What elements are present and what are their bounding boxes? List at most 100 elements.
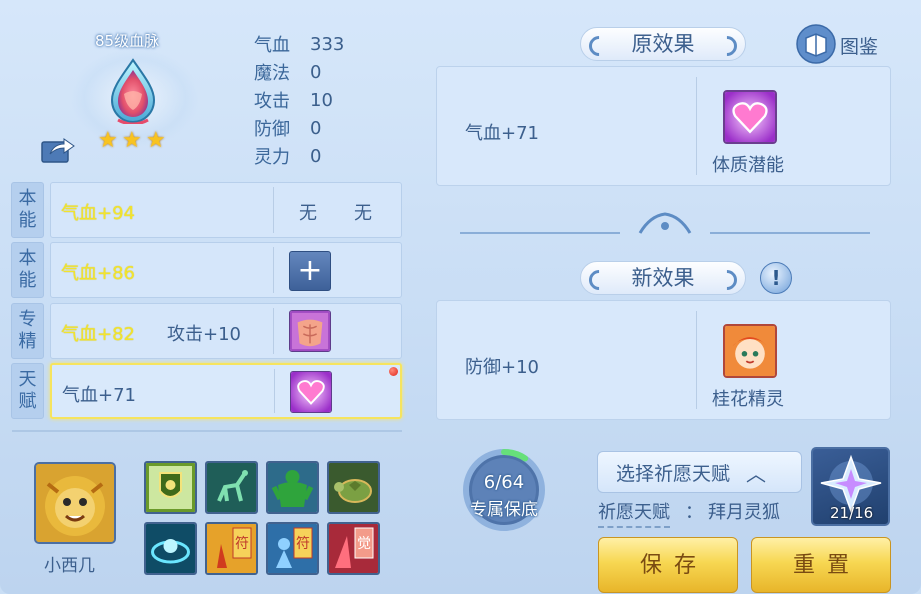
wish-talent-value: 拜月灵狐 <box>708 502 780 523</box>
row-main-effect: 气血+82 <box>61 324 135 345</box>
skill-slot[interactable] <box>327 461 380 514</box>
osmanthus-spirit-icon[interactable] <box>723 324 777 378</box>
blood-vein-drop-icon[interactable] <box>108 58 158 124</box>
save-button[interactable]: 保存 <box>598 537 738 593</box>
info-icon[interactable]: ! <box>760 262 792 294</box>
row-tag-char: 专 <box>18 309 37 330</box>
stat-row-spirit: 灵力 0 <box>254 142 344 170</box>
green-deer-icon <box>207 463 256 512</box>
star-icon: ★ <box>146 128 166 153</box>
row-divider <box>273 247 274 293</box>
row-tag-instinct: 本 能 <box>11 182 44 238</box>
red-awaken-icon: 觉 <box>329 524 378 573</box>
talent-row-specialty[interactable]: 气血+82 攻击+10 <box>50 303 402 359</box>
row-divider <box>273 308 274 354</box>
blood-vein-title: 85级血脉 <box>95 32 160 50</box>
heart-icon[interactable] <box>290 371 332 413</box>
reset-button[interactable]: 重置 <box>751 537 891 593</box>
stat-label: 灵力 <box>254 147 290 168</box>
row-tag-char: 本 <box>18 248 37 269</box>
stat-row-attack: 攻击 10 <box>254 86 344 114</box>
stat-value: 0 <box>310 117 322 139</box>
original-effect-card: 气血+71 体质潜能 <box>436 66 891 186</box>
divider-ornament <box>460 212 870 234</box>
new-indicator-dot <box>389 367 398 376</box>
row-divider <box>274 369 275 413</box>
row-tag-char: 能 <box>18 270 37 291</box>
stat-row-mp: 魔法 0 <box>254 58 344 86</box>
talent-row-instinct-1[interactable]: 气血+94 无 无 <box>50 182 402 238</box>
row-main-effect: 气血+71 <box>62 385 136 406</box>
wish-talent-label[interactable]: 祈愿天赋 <box>598 498 670 528</box>
stat-value: 0 <box>310 61 322 83</box>
stat-row-defense: 防御 0 <box>254 114 344 142</box>
row-extra-effect: 攻击+10 <box>167 324 241 345</box>
row-divider <box>273 187 274 233</box>
wish-talent-colon: ： <box>685 502 703 523</box>
row-main-effect: 气血+86 <box>61 263 135 284</box>
blue-talisman-icon: 符 <box>268 524 317 573</box>
stat-label: 防御 <box>254 119 290 140</box>
skill-slot[interactable] <box>144 522 197 575</box>
row-main-effect: 气血+94 <box>61 203 135 224</box>
left-separator <box>12 430 402 432</box>
svg-text:符: 符 <box>235 536 249 552</box>
lion-pet-icon <box>36 464 114 542</box>
original-effect-title: 原效果 <box>580 27 746 61</box>
stat-label: 攻击 <box>254 91 290 112</box>
guarantee-count: 6/64 <box>483 472 525 493</box>
fire-talisman-icon: 符 <box>207 524 256 573</box>
heart-icon[interactable] <box>723 90 777 144</box>
svg-text:符: 符 <box>296 536 310 552</box>
turtle-icon <box>329 463 378 512</box>
talent-row-instinct-2[interactable]: 气血+86 + <box>50 242 402 298</box>
row-tag-talent: 天 赋 <box>11 363 44 419</box>
skill-slot[interactable]: 符 <box>266 522 319 575</box>
star-icon: ★ <box>98 128 118 153</box>
star-rating: ★ ★ ★ <box>98 130 168 152</box>
row-none-label: 无 <box>299 203 317 224</box>
talent-panel: 85级血脉 ★ ★ ★ 气血 333 魔法 0 攻击 10 防御 0 灵力 0 … <box>0 0 921 594</box>
add-talent-button[interactable]: + <box>289 251 331 291</box>
skill-slot[interactable] <box>205 461 258 514</box>
skill-slot[interactable] <box>266 461 319 514</box>
shield-emblem-icon <box>146 463 195 512</box>
star-icon: ★ <box>122 128 142 153</box>
muscle-body-icon[interactable] <box>289 310 331 352</box>
row-tag-specialty: 专 精 <box>11 303 44 359</box>
stat-row-hp: 气血 333 <box>254 30 344 58</box>
card-divider <box>696 311 697 409</box>
stat-value: 0 <box>310 145 322 167</box>
pet-avatar[interactable] <box>34 462 116 544</box>
new-effect-card: 防御+10 桂花精灵 <box>436 300 891 420</box>
chevron-up-icon: ︿ <box>746 461 767 486</box>
skill-grid: 符 符 觉 <box>144 461 380 575</box>
row-tag-char: 天 <box>18 369 37 390</box>
stat-value: 10 <box>310 89 333 111</box>
tujian-label[interactable]: 图鉴 <box>840 32 878 59</box>
select-wish-talent-button[interactable]: 选择祈愿天赋 ︿ <box>597 451 802 493</box>
skill-slot[interactable]: 符 <box>205 522 258 575</box>
green-giant-icon <box>268 463 317 512</box>
new-effect-text: 防御+10 <box>465 357 539 378</box>
skill-slot[interactable] <box>144 461 197 514</box>
row-tag-instinct: 本 能 <box>11 242 44 298</box>
cyan-aura-icon <box>146 524 195 573</box>
talent-row-innate-selected[interactable]: 气血+71 <box>50 363 402 419</box>
new-effect-name: 桂花精灵 <box>712 389 784 410</box>
crystal-count: 21/16 <box>830 504 874 522</box>
share-icon[interactable] <box>40 134 76 164</box>
new-effect-title: 新效果 <box>580 261 746 295</box>
row-tag-char: 精 <box>18 331 37 352</box>
skill-slot[interactable]: 觉 <box>327 522 380 575</box>
row-tag-char: 能 <box>18 210 37 231</box>
select-wish-label: 选择祈愿天赋 <box>616 462 731 485</box>
svg-text:觉: 觉 <box>357 536 371 552</box>
row-none-label: 无 <box>354 203 372 224</box>
card-divider <box>696 77 697 175</box>
row-tag-char: 赋 <box>18 391 37 412</box>
guarantee-label: 专属保底 <box>470 500 538 520</box>
book-icon[interactable] <box>796 24 836 64</box>
stat-label: 魔法 <box>254 63 290 84</box>
pet-name: 小西几 <box>44 556 95 576</box>
